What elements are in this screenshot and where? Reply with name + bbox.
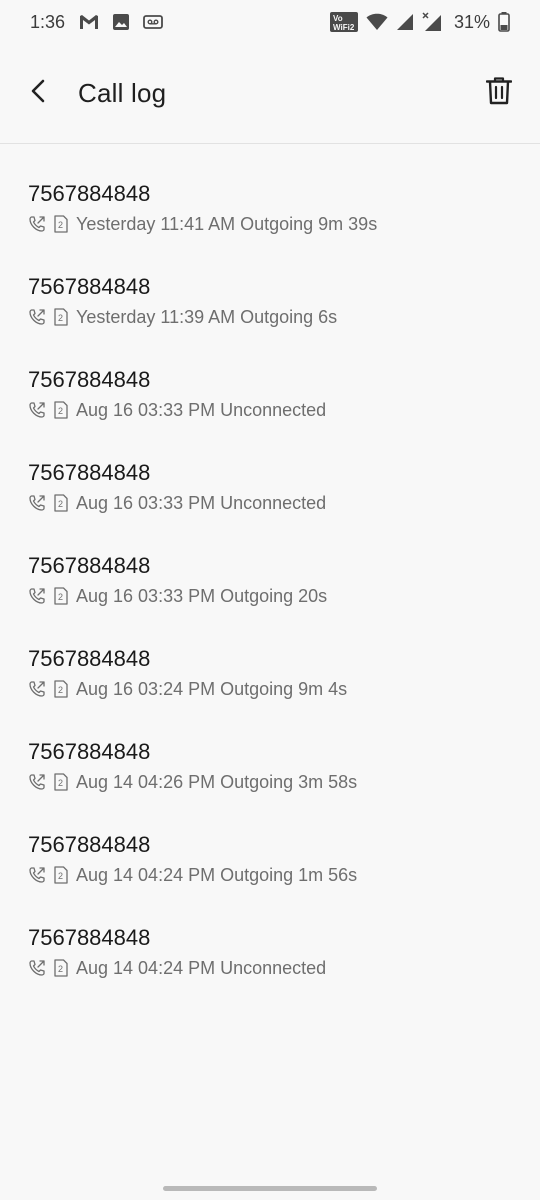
sim2-icon: 2 <box>54 680 68 698</box>
call-details-text: Aug 16 03:33 PM Unconnected <box>76 493 327 513</box>
sim2-icon: 2 <box>54 587 68 605</box>
call-number: 7567884848 <box>28 925 151 950</box>
call-list: 7567884848 2 Yesterday 11:41 AM Outgoing… <box>0 163 540 1000</box>
call-log-row[interactable]: 7567884848 2 Aug 14 04:26 PM Outgoing 3m… <box>0 721 540 814</box>
call-details-text: Aug 14 04:26 PM Outgoing 3m 58s <box>76 772 358 792</box>
volte-wifi-icon: Vo WiFi2 <box>329 12 358 32</box>
call-details: 2 Aug 16 03:33 PM Outgoing 20s <box>28 584 512 608</box>
outgoing-call-icon <box>28 680 46 698</box>
call-number: 7567884848 <box>28 181 151 206</box>
outgoing-call-icon <box>28 215 46 233</box>
svg-text:WiFi2: WiFi2 <box>333 23 355 32</box>
call-log-row[interactable]: 7567884848 2 Aug 16 03:33 PM Unconnected <box>0 349 540 442</box>
call-details: 2 Aug 14 04:26 PM Outgoing 3m 58s <box>28 770 512 794</box>
gallery-icon <box>113 14 130 30</box>
call-details: 2 Aug 16 03:33 PM Unconnected <box>28 491 512 515</box>
svg-text:2: 2 <box>58 406 63 416</box>
svg-text:Vo: Vo <box>333 14 343 23</box>
wifi-icon <box>366 13 388 31</box>
call-number: 7567884848 <box>28 646 151 671</box>
svg-text:2: 2 <box>58 964 63 974</box>
outgoing-call-icon <box>28 866 46 884</box>
battery-percent: 31% <box>453 11 490 32</box>
call-log-row[interactable]: 7567884848 2 Aug 16 03:33 PM Unconnected <box>0 442 540 535</box>
outgoing-call-icon <box>28 959 46 977</box>
call-details: 2 Aug 16 03:24 PM Outgoing 9m 4s <box>28 677 512 701</box>
gmail-icon <box>79 14 99 30</box>
svg-text:2: 2 <box>58 778 63 788</box>
app-bar: Call log <box>0 44 540 144</box>
call-log-row[interactable]: 7567884848 2 Yesterday 11:41 AM Outgoing… <box>0 163 540 256</box>
sim2-icon: 2 <box>54 959 68 977</box>
call-details: 2 Aug 14 04:24 PM Unconnected <box>28 956 512 980</box>
svg-text:2: 2 <box>58 220 63 230</box>
svg-text:2: 2 <box>58 592 63 602</box>
call-details-text: Aug 16 03:33 PM Unconnected <box>76 400 327 420</box>
svg-text:2: 2 <box>58 313 63 323</box>
call-number: 7567884848 <box>28 460 151 485</box>
svg-text:2: 2 <box>58 499 63 509</box>
page-title: Call log <box>78 78 167 108</box>
trash-icon <box>485 77 513 110</box>
call-details: 2 Yesterday 11:41 AM Outgoing 9m 39s <box>28 212 512 236</box>
sim2-icon: 2 <box>54 494 68 512</box>
outgoing-call-icon <box>28 308 46 326</box>
svg-text:2: 2 <box>58 871 63 881</box>
sim2-icon: 2 <box>54 215 68 233</box>
call-details-text: Aug 16 03:24 PM Outgoing 9m 4s <box>76 679 348 699</box>
call-details: 2 Yesterday 11:39 AM Outgoing 6s <box>28 305 512 329</box>
status-time: 1:36 <box>30 11 66 32</box>
call-details: 2 Aug 14 04:24 PM Outgoing 1m 56s <box>28 863 512 887</box>
status-bar: 1:36 Vo WiFi2 31% <box>0 0 540 44</box>
call-details-text: Aug 14 04:24 PM Outgoing 1m 56s <box>76 865 358 885</box>
call-details-text: Aug 16 03:33 PM Outgoing 20s <box>76 586 328 606</box>
back-button[interactable] <box>26 79 50 108</box>
sim2-icon: 2 <box>54 773 68 791</box>
call-details-text: Yesterday 11:39 AM Outgoing 6s <box>76 307 338 327</box>
call-number: 7567884848 <box>28 274 151 299</box>
gesture-nav-handle[interactable] <box>163 1186 377 1191</box>
outgoing-call-icon <box>28 401 46 419</box>
call-details-text: Yesterday 11:41 AM Outgoing 9m 39s <box>76 214 378 234</box>
call-number: 7567884848 <box>28 367 151 392</box>
outgoing-call-icon <box>28 773 46 791</box>
call-number: 7567884848 <box>28 739 151 764</box>
call-number: 7567884848 <box>28 553 151 578</box>
outgoing-call-icon <box>28 494 46 512</box>
svg-text:2: 2 <box>58 685 63 695</box>
call-log-row[interactable]: 7567884848 2 Yesterday 11:39 AM Outgoing… <box>0 256 540 349</box>
call-details-text: Aug 14 04:24 PM Unconnected <box>76 958 327 978</box>
signal-x-icon <box>422 12 442 32</box>
call-log-row[interactable]: 7567884848 2 Aug 14 04:24 PM Outgoing 1m… <box>0 814 540 907</box>
outgoing-call-icon <box>28 587 46 605</box>
signal-icon <box>396 13 414 31</box>
sim2-icon: 2 <box>54 308 68 326</box>
call-log-row[interactable]: 7567884848 2 Aug 14 04:24 PM Unconnected <box>0 907 540 1000</box>
delete-button[interactable] <box>484 77 514 110</box>
sim2-icon: 2 <box>54 866 68 884</box>
battery-icon <box>498 12 510 32</box>
back-arrow-icon <box>30 79 46 108</box>
call-details: 2 Aug 16 03:33 PM Unconnected <box>28 398 512 422</box>
call-log-row[interactable]: 7567884848 2 Aug 16 03:24 PM Outgoing 9m… <box>0 628 540 721</box>
call-number: 7567884848 <box>28 832 151 857</box>
sim2-icon: 2 <box>54 401 68 419</box>
voicemail-icon <box>143 15 163 29</box>
call-log-row[interactable]: 7567884848 2 Aug 16 03:33 PM Outgoing 20… <box>0 535 540 628</box>
